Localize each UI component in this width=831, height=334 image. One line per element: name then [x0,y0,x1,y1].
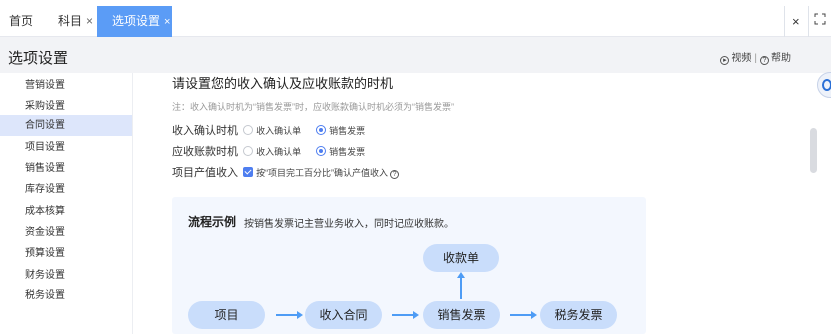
page-header: 选项设置 ▸ 视频 |? 帮助 [0,37,831,73]
sidebar-item-project[interactable]: 项目设置 [0,137,132,158]
arrow-up [457,272,465,299]
radio-icon[interactable] [243,125,254,135]
flow-example-panel: 流程示例 按销售发票记主营业务收入，同时记应收账款。 收款单 项目 收入合同 销… [172,197,646,334]
note-text: 注：收入确认时机为“销售发票”时，应收账款确认时机必须为“销售发票” [172,102,454,112]
scrollbar-thumb[interactable] [810,128,817,173]
page-title: 选项设置 [8,50,69,67]
sidebar-item-funds[interactable]: 资金设置 [0,222,132,243]
divider [784,6,785,37]
fullscreen-icon[interactable] [814,13,826,25]
flow-node-tax-invoice: 税务发票 [540,301,617,329]
tab-home[interactable]: 首页 [9,6,33,37]
tab-options-settings[interactable]: 选项设置 × [97,6,172,37]
close-all-icon[interactable]: × [792,14,800,29]
tab-kemu[interactable]: 科目 × [58,6,93,37]
video-label: 视频 [731,53,752,64]
sidebar-item-purchase[interactable]: 采购设置 [0,96,132,117]
scrollbar-track[interactable] [808,73,822,334]
flow-title: 流程示例 [188,215,237,229]
sidebar-item-finance[interactable]: 财务设置 [0,265,132,286]
sidebar-item-sales[interactable]: 销售设置 [0,158,132,179]
flow-node-receipt: 收款单 [423,244,499,272]
flow-description: 按销售发票记主营业务收入，同时记应收账款。 [244,219,454,230]
revenue-timing-row: 收入确认时机 收入确认单 销售发票 [172,123,377,139]
tab-options-label: 选项设置 [112,14,161,28]
radio-receivable-invoice[interactable]: 销售发票 [316,146,377,158]
project-percent-checkbox[interactable]: 按“项目完工百分比”确认产值收入 [243,167,388,179]
radio-icon[interactable] [243,146,254,156]
radio-revenue-invoice[interactable]: 销售发票 [316,125,377,137]
radio-selected-icon[interactable] [316,146,327,156]
arrow-right [392,311,419,319]
receivable-timing-row: 应收账款时机 收入确认单 销售发票 [172,144,377,160]
radio-label: 销售发票 [329,147,366,157]
sidebar-item-tax[interactable]: 税务设置 [0,285,132,306]
arrow-right [510,311,537,319]
flow-node-contract: 收入合同 [305,301,382,329]
checkbox-label: 按“项目完工百分比”确认产值收入 [256,168,389,178]
video-link[interactable]: ▸ 视频 [720,53,752,65]
radio-receivable-confirm[interactable]: 收入确认单 [243,146,313,158]
radio-label: 收入确认单 [256,126,302,136]
revenue-timing-label: 收入确认时机 [172,125,238,137]
receivable-timing-label: 应收账款时机 [172,146,238,158]
radio-revenue-confirm[interactable]: 收入确认单 [243,125,313,137]
sidebar-item-inventory[interactable]: 库存设置 [0,179,132,200]
main-content: 请设置您的收入确认及应收账款的时机 注：收入确认时机为“销售发票”时，应收账款确… [134,73,808,334]
section-question: 请设置您的收入确认及应收账款的时机 [172,76,394,91]
question-icon: ? [760,56,769,65]
radio-label: 销售发票 [329,126,366,136]
project-output-label: 项目产值收入 [172,167,238,179]
close-icon[interactable]: × [86,14,93,28]
sidebar-item-contract[interactable]: 合同设置 [0,115,132,136]
sidebar-item-marketing[interactable]: 营销设置 [0,75,132,96]
flow-node-invoice: 销售发票 [423,301,500,329]
play-icon: ▸ [720,56,730,65]
help-label: 帮助 [771,53,791,64]
sidebar-item-budget[interactable]: 预算设置 [0,243,132,264]
tab-home-label: 首页 [9,14,34,28]
project-output-row: 项目产值收入 按“项目完工百分比”确认产值收入? [172,165,400,181]
close-icon[interactable]: × [164,16,170,28]
tab-bar: 首页 科目 × 选项设置 × × [0,0,831,37]
help-links: ▸ 视频 |? 帮助 [720,49,791,65]
question-icon[interactable]: ? [390,170,400,179]
flow-node-project: 项目 [188,301,265,329]
assistant-icon [822,79,831,91]
radio-selected-icon[interactable] [316,125,327,135]
divider [808,6,809,37]
tab-kemu-label: 科目 [58,14,83,28]
sidebar: 营销设置 采购设置 合同设置 项目设置 销售设置 库存设置 成本核算 资金设置 … [0,73,133,334]
checkbox-checked-icon[interactable] [243,167,254,177]
radio-label: 收入确认单 [256,147,302,157]
arrow-right [276,311,303,319]
sidebar-item-cost[interactable]: 成本核算 [0,201,132,222]
help-link[interactable]: ? 帮助 [760,53,791,65]
